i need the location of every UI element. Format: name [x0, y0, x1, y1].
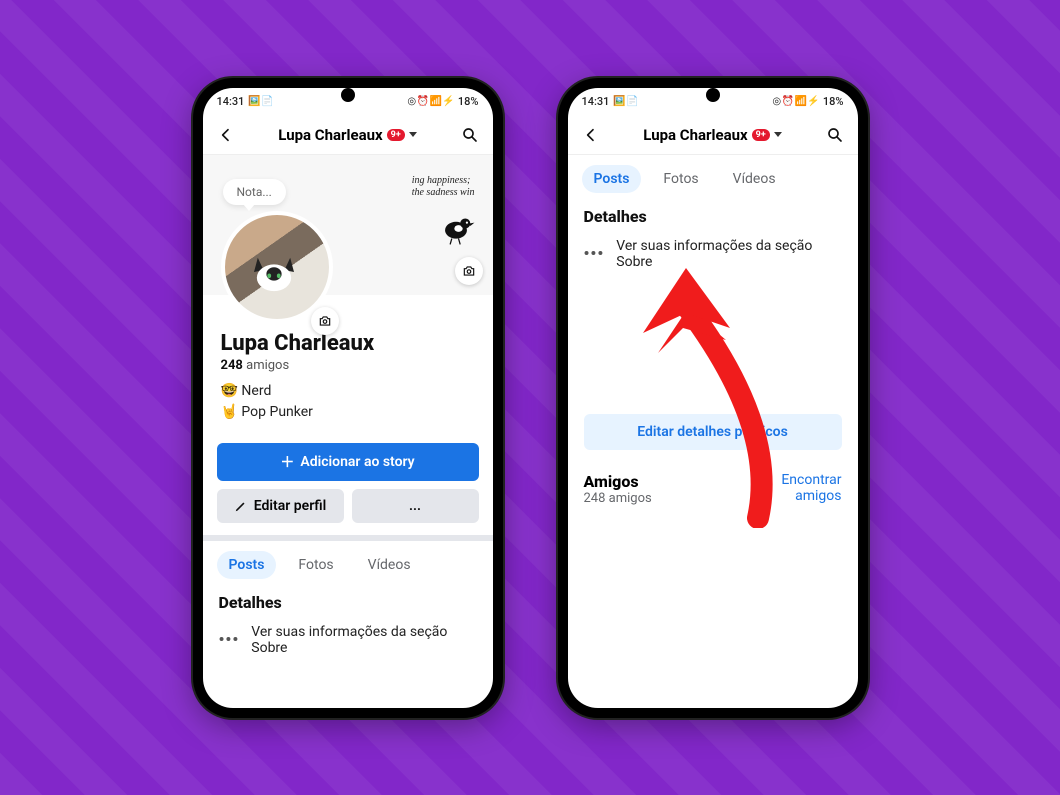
edit-profile-button[interactable]: Editar perfil: [217, 489, 344, 523]
find-friends-link[interactable]: Encontrar amigos: [762, 472, 842, 506]
battery-percent: 18%: [458, 95, 479, 108]
chevron-down-icon: [774, 132, 782, 137]
friend-label: amigos: [246, 358, 289, 373]
screen-left: 14:31 🖼️ 📄 ◎ ⏰ 📶 ⚡ 18% Lupa Charleaux 9+: [203, 88, 493, 708]
header-title[interactable]: Lupa Charleaux 9+: [610, 126, 816, 144]
bio-line-1: 🤓 Nerd: [221, 381, 475, 402]
edit-cover-camera-icon[interactable]: [455, 257, 483, 285]
quote-l2: the sadness win: [412, 187, 475, 198]
bio-text-2: Pop Punker: [241, 404, 312, 420]
friend-number: 248: [221, 358, 243, 373]
header-title-text: Lupa Charleaux: [643, 126, 747, 144]
chevron-down-icon: [409, 132, 417, 137]
status-time: 14:31: [582, 95, 610, 108]
cat-icon: [250, 253, 298, 293]
cover-quote: ing happiness; the sadness win: [412, 175, 475, 200]
status-left-icons: 🖼️ 📄: [613, 96, 637, 107]
more-icon: ...: [409, 498, 421, 514]
nota-bubble[interactable]: Nota...: [223, 179, 286, 205]
about-row-text: Ver suas informações da seção Sobre: [251, 624, 476, 656]
header-title[interactable]: Lupa Charleaux 9+: [245, 126, 451, 144]
status-right-icons: ◎ ⏰ 📶 ⚡: [407, 96, 454, 107]
details-heading: Detalhes: [203, 589, 493, 620]
status-time: 14:31: [217, 95, 245, 108]
tab-photos[interactable]: Fotos: [286, 551, 345, 579]
pencil-icon: [234, 499, 248, 513]
profile-tabs: Posts Fotos Vídeos: [568, 155, 858, 203]
notification-badge: 9+: [387, 129, 405, 141]
tab-videos[interactable]: Vídeos: [721, 165, 788, 193]
tab-posts[interactable]: Posts: [217, 551, 277, 579]
tab-photos[interactable]: Fotos: [651, 165, 710, 193]
bird-icon: [435, 205, 477, 247]
notification-badge: 9+: [752, 129, 770, 141]
friends-subtext: 248 amigos: [584, 491, 652, 506]
edit-public-details-button[interactable]: Editar detalhes públicos: [584, 414, 842, 450]
profile-name: Lupa Charleaux: [221, 331, 475, 356]
details-heading: Detalhes: [568, 203, 858, 234]
tab-posts[interactable]: Posts: [582, 165, 642, 193]
phone-right: 14:31 🖼️ 📄 ◎ ⏰ 📶 ⚡ 18% Lupa Charleaux 9+: [558, 78, 868, 718]
battery-percent: 18%: [823, 95, 844, 108]
back-icon[interactable]: [580, 124, 602, 146]
tab-videos[interactable]: Vídeos: [356, 551, 423, 579]
friend-count[interactable]: 248 amigos: [221, 358, 475, 373]
about-info-row[interactable]: ••• Ver suas informações da seção Sobre: [568, 234, 858, 282]
ellipsis-icon: •••: [584, 244, 605, 263]
about-row-text: Ver suas informações da seção Sobre: [616, 238, 841, 270]
quote-l1: ing happiness;: [412, 175, 471, 186]
bio-text-1: Nerd: [241, 383, 271, 399]
bio-line-2: 🤘 Pop Punker: [221, 402, 475, 423]
status-left-icons: 🖼️ 📄: [248, 96, 272, 107]
profile-tabs: Posts Fotos Vídeos: [203, 541, 493, 589]
friends-heading: Amigos: [584, 472, 652, 491]
more-options-button[interactable]: ...: [352, 489, 479, 523]
profile-header: Lupa Charleaux 9+: [203, 116, 493, 155]
emoji-rock: 🤘: [221, 404, 238, 420]
profile-info: Lupa Charleaux 248 amigos 🤓 Nerd 🤘 Pop P…: [203, 295, 493, 433]
search-icon[interactable]: [824, 124, 846, 146]
phone-left: 14:31 🖼️ 📄 ◎ ⏰ 📶 ⚡ 18% Lupa Charleaux 9+: [193, 78, 503, 718]
find-friends-text: Encontrar amigos: [762, 472, 842, 506]
spacer: [568, 282, 858, 402]
add-story-label: Adicionar ao story: [300, 454, 414, 470]
screen-right: 14:31 🖼️ 📄 ◎ ⏰ 📶 ⚡ 18% Lupa Charleaux 9+: [568, 88, 858, 708]
friends-section: Amigos 248 amigos Encontrar amigos: [568, 462, 858, 516]
profile-header: Lupa Charleaux 9+: [568, 116, 858, 155]
emoji-nerd: 🤓: [221, 383, 238, 399]
camera-notch: [706, 88, 720, 102]
search-icon[interactable]: [459, 124, 481, 146]
edit-profile-label: Editar perfil: [254, 498, 326, 514]
profile-actions: ＋ Adicionar ao story Editar perfil ...: [203, 433, 493, 535]
cover-photo[interactable]: Nota... ing happiness; the sadness win: [203, 155, 493, 295]
camera-notch: [341, 88, 355, 102]
back-icon[interactable]: [215, 124, 237, 146]
status-right-icons: ◎ ⏰ 📶 ⚡: [772, 96, 819, 107]
profile-avatar[interactable]: [221, 211, 333, 323]
about-info-row[interactable]: ••• Ver suas informações da seção Sobre: [203, 620, 493, 668]
header-title-text: Lupa Charleaux: [278, 126, 382, 144]
plus-icon: ＋: [280, 452, 294, 472]
edit-avatar-camera-icon[interactable]: [311, 307, 339, 335]
ellipsis-icon: •••: [219, 630, 240, 649]
add-story-button[interactable]: ＋ Adicionar ao story: [217, 443, 479, 481]
